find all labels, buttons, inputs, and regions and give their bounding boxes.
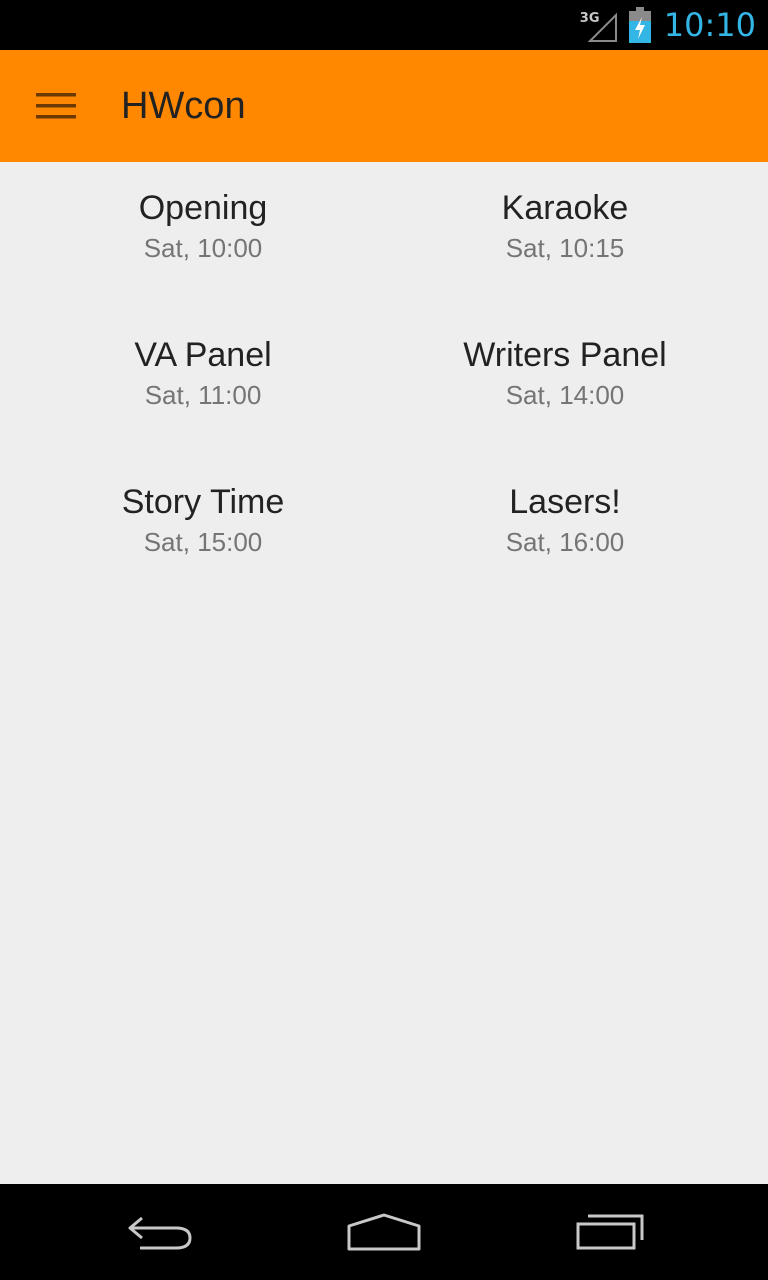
event-title: Opening (138, 189, 268, 227)
event-item-va-panel[interactable]: VA Panel Sat, 11:00 (22, 333, 384, 480)
event-title: Writers Panel (463, 336, 667, 374)
event-title: Karaoke (501, 189, 629, 227)
event-item-lasers[interactable]: Lasers! Sat, 16:00 (384, 480, 746, 627)
battery-charging-icon (628, 5, 652, 45)
event-title: Lasers! (509, 483, 621, 521)
event-item-story-time[interactable]: Story Time Sat, 15:00 (22, 480, 384, 627)
system-navigation-bar (0, 1184, 768, 1280)
action-bar: HWcon (0, 50, 768, 162)
home-icon (347, 1213, 421, 1251)
hamburger-menu-icon (36, 93, 76, 119)
status-bar: 3G 10:10 (0, 0, 768, 50)
event-time: Sat, 14:00 (505, 380, 625, 410)
event-time: Sat, 16:00 (505, 527, 625, 557)
content-area: Opening Sat, 10:00 Karaoke Sat, 10:15 VA… (0, 162, 768, 1184)
status-clock: 10:10 (663, 6, 756, 44)
back-icon (128, 1216, 192, 1250)
event-item-karaoke[interactable]: Karaoke Sat, 10:15 (384, 186, 746, 333)
event-title: VA Panel (134, 336, 272, 374)
events-grid: Opening Sat, 10:00 Karaoke Sat, 10:15 VA… (22, 186, 746, 627)
event-time: Sat, 10:00 (143, 233, 263, 263)
event-item-writers-panel[interactable]: Writers Panel Sat, 14:00 (384, 333, 746, 480)
signal-icon: 3G (580, 5, 620, 45)
back-button[interactable] (80, 1184, 240, 1280)
recent-apps-button[interactable] (530, 1184, 690, 1280)
recent-apps-icon (576, 1214, 644, 1250)
navigation-drawer-button[interactable] (24, 78, 88, 134)
home-button[interactable] (304, 1184, 464, 1280)
event-title: Story Time (121, 483, 285, 521)
event-time: Sat, 15:00 (143, 527, 263, 557)
app-title: HWcon (121, 85, 246, 127)
event-item-opening[interactable]: Opening Sat, 10:00 (22, 186, 384, 333)
event-time: Sat, 11:00 (144, 380, 262, 410)
event-time: Sat, 10:15 (505, 233, 625, 263)
